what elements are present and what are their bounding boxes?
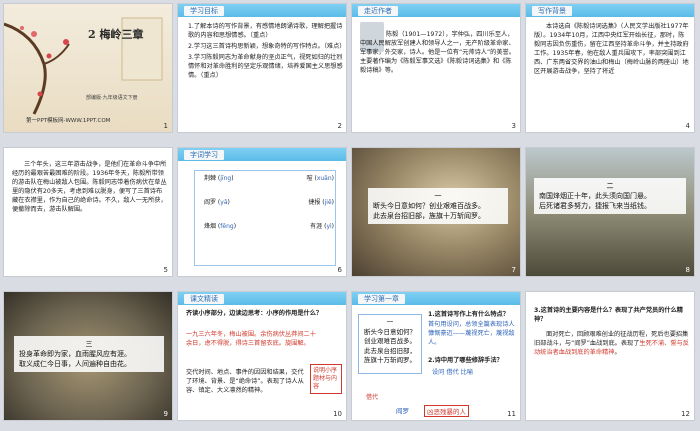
vocab-item: 喧 (xuān) [306,175,334,182]
poem-line: 创业艰难百战多。 [364,337,416,345]
slide-number: 2 [337,122,342,130]
vocab-item: 捷报 (jiē) [308,199,334,206]
poem-line: 此去泉台招旧部，旌旗十万斩阎罗。 [373,212,485,220]
answer-1: 首句用设问，总领全篇表现诗人慷慨豪迈——蔑视死亡，蔑视敌人。 [428,321,515,346]
vocab-item: 烽烟 (fēng) [204,223,237,230]
background-text: 三个年头，这三年游击战争，是他们在革命斗争中所经历的最艰苦最困难的阶段。1936… [12,161,167,213]
slide-thumbnail-9[interactable]: 三 投身革命即为家，血雨腥风应有涯。 取义成仁今日事，人间遍种自由花。 9 [3,291,173,421]
slide-number: 1 [163,122,168,130]
poem-box: 一 断头今日意如何？ 创业艰难百战多。 此去泉台招旧部， 旌旗十万斩阎罗。 [358,314,422,374]
slide-thumbnail-3[interactable]: 走近作者 陈毅（1901—1972），字仲弘，四川乐至人，中国人民解放军创建人和… [351,3,521,133]
slide-number: 3 [511,122,516,130]
vocab-item: 荆棘 (jīng) [204,175,234,182]
vocab-grid: 荆棘 (jīng) 喧 (xuān) 阎罗 (yā) 捷报 (jiē) 烽烟 (… [204,174,334,232]
section-tag: 字词学习 [184,150,224,160]
annotation-label: 凶恶残暴的人 [424,405,469,417]
answer-2: 设问 借代 比喻 [432,369,474,376]
answer-text: 面对死亡，回顾艰难创业的征战历程，死后也要招集旧部战斗，与“阎罗”血战到底。表现… [534,331,689,356]
slide-thumbnail-7[interactable]: 一 断头今日意如何？创业艰难百战多。 此去泉台招旧部，旌旗十万斩阎罗。 7 [351,147,521,277]
slide-number: 7 [511,266,516,274]
slide-number: 11 [507,410,516,418]
poem-line: 此去泉台招旧部， [364,346,416,355]
slide-number: 4 [685,122,690,130]
slide-thumbnail-2[interactable]: 学习目标 1.了解本诗的写作背景，有感情地朗诵诗歌，理解把握诗歌的内容和思想情感… [177,3,347,133]
question-text: 3.这首诗的主要内容是什么？表现了共产党员的什么精神？ [534,307,683,323]
answer-text: 交代时间、地点、事件的因因和结果，交代了环境、背景、是“绝命诗”。表现了诗人从容… [186,369,304,394]
callout-box: 说明小序题材与内容 [310,364,342,394]
poem-line: 投身革命即为家，血雨腥风应有涯。 [19,350,131,358]
section-tag: 走近作者 [358,6,398,16]
slide-number: 12 [681,410,690,418]
slide-subtitle: 部编版·九年级语文下册 [86,95,138,101]
slide-number: 10 [333,410,342,418]
slide-number: 5 [163,266,168,274]
plum-blossom-illustration [4,17,163,115]
slide-thumbnail-12[interactable]: 3.这首诗的主要内容是什么？表现了共产党员的什么精神？ 面对死亡，回顾艰难创业的… [525,291,695,421]
section-tag: 学习第一章 [358,294,405,304]
objective-list: 1.了解本诗的写作背景，有感情地朗诵诗歌，理解把握诗歌的内容和思想情感。（重点）… [188,22,346,80]
question-2: 2.诗中用了哪些修辞手法？ [428,357,503,364]
poem-card: 三 投身革命即为家，血雨腥风应有涯。 取义成仁今日事，人间遍种自由花。 [14,336,164,372]
slide-thumbnail-5[interactable]: 三个年头，这三年游击战争，是他们在革命斗争中所经历的最艰苦最困难的阶段。1936… [3,147,173,277]
slide-thumbnail-4[interactable]: 写作背景 本诗选自《陈毅诗词选集》（人民文学出版社1977年版）。1934年10… [525,3,695,133]
slide-thumbnail-10[interactable]: 课文精读 齐读小序部分，边读边思考：小序的作用是什么？ 一九三六年冬，梅山被围。… [177,291,347,421]
poem-number: 一 [434,192,442,200]
poem-number: 三 [85,340,93,348]
objective-item: 2.学习这三首诗构思新颖，想象奇特的写作特点。（难点） [188,43,346,50]
section-tag: 写作背景 [532,6,572,16]
slide-number: 8 [685,266,690,274]
slide-thumbnail-1[interactable]: 2 梅岭三章 部编版·九年级语文下册 第一PPT模板网-WWW.1PPT.COM… [3,3,173,133]
background-text: 本诗选自《陈毅诗词选集》（人民文学出版社1977年版）。1934年10月，江西中… [534,23,689,75]
slide-title: 2 梅岭三章 [88,28,144,41]
poem-line: 断头今日意如何？ [364,327,416,336]
question-text: 齐读小序部分，边读边思考：小序的作用是什么？ [186,310,323,317]
annotation-label: 借代 [366,394,379,401]
vocab-item: 有涯 (yì) [310,223,334,230]
slide-thumbnail-8[interactable]: 二 南国烽烟正十年，此头须向国门悬。 后死诸君多努力，捷报飞来当纸钱。 8 [525,147,695,277]
poem-card: 一 断头今日意如何？创业艰难百战多。 此去泉台招旧部，旌旗十万斩阎罗。 [368,188,508,224]
vocab-item: 阎罗 (yā) [204,199,230,206]
slide-sorter-grid: 2 梅岭三章 部编版·九年级语文下册 第一PPT模板网-WWW.1PPT.COM… [0,0,700,431]
preface-quote: 一九三六年冬，梅山被围。余伤病伏丛莽间二十余日，虑不得脱，得诗三首留衣底。旋围解… [186,331,316,347]
poem-number: 二 [606,182,614,190]
slide-footer: 第一PPT模板网-WWW.1PPT.COM [26,118,111,124]
slide-thumbnail-6[interactable]: 字词学习 荆棘 (jīng) 喧 (xuān) 阎罗 (yā) 捷报 (jiē)… [177,147,347,277]
slide-number: 9 [163,410,168,418]
poem-line: 旌旗十万斩阎罗。 [364,356,416,364]
section-tag: 学习目标 [184,6,224,16]
poem-line: 后死诸君多努力，捷报飞来当纸钱。 [539,202,651,210]
poem-line: 南国烽烟正十年，此头须向国门悬。 [539,192,651,200]
slide-thumbnail-11[interactable]: 学习第一章 一 断头今日意如何？ 创业艰难百战多。 此去泉台招旧部， 旌旗十万斩… [351,291,521,421]
section-tag: 课文精读 [184,294,224,304]
annotation-label: 阎罗 [396,407,409,415]
author-bio: 陈毅（1901—1972），字仲弘，四川乐至人，中国人民解放军创建人和领导人之一… [360,31,515,74]
slide-number: 6 [337,266,342,274]
poem-card: 二 南国烽烟正十年，此头须向国门悬。 后死诸君多努力，捷报飞来当纸钱。 [534,178,686,214]
question-1: 1.这首诗写作上有什么特点？ [428,311,509,318]
objective-item: 3.学习陈毅同志为革命献身的坚贞正气，视死如归的壮烈情怀和对革命胜利的坚定乐观情… [188,54,343,79]
objective-item: 1.了解本诗的写作背景，有感情地朗诵诗歌，理解把握诗歌的内容和思想情感。（重点） [188,23,343,39]
poem-line: 取义成仁今日事，人间遍种自由花。 [19,360,131,368]
poem-line: 断头今日意如何？创业艰难百战多。 [373,202,485,210]
poem-line: 一 [386,318,394,326]
